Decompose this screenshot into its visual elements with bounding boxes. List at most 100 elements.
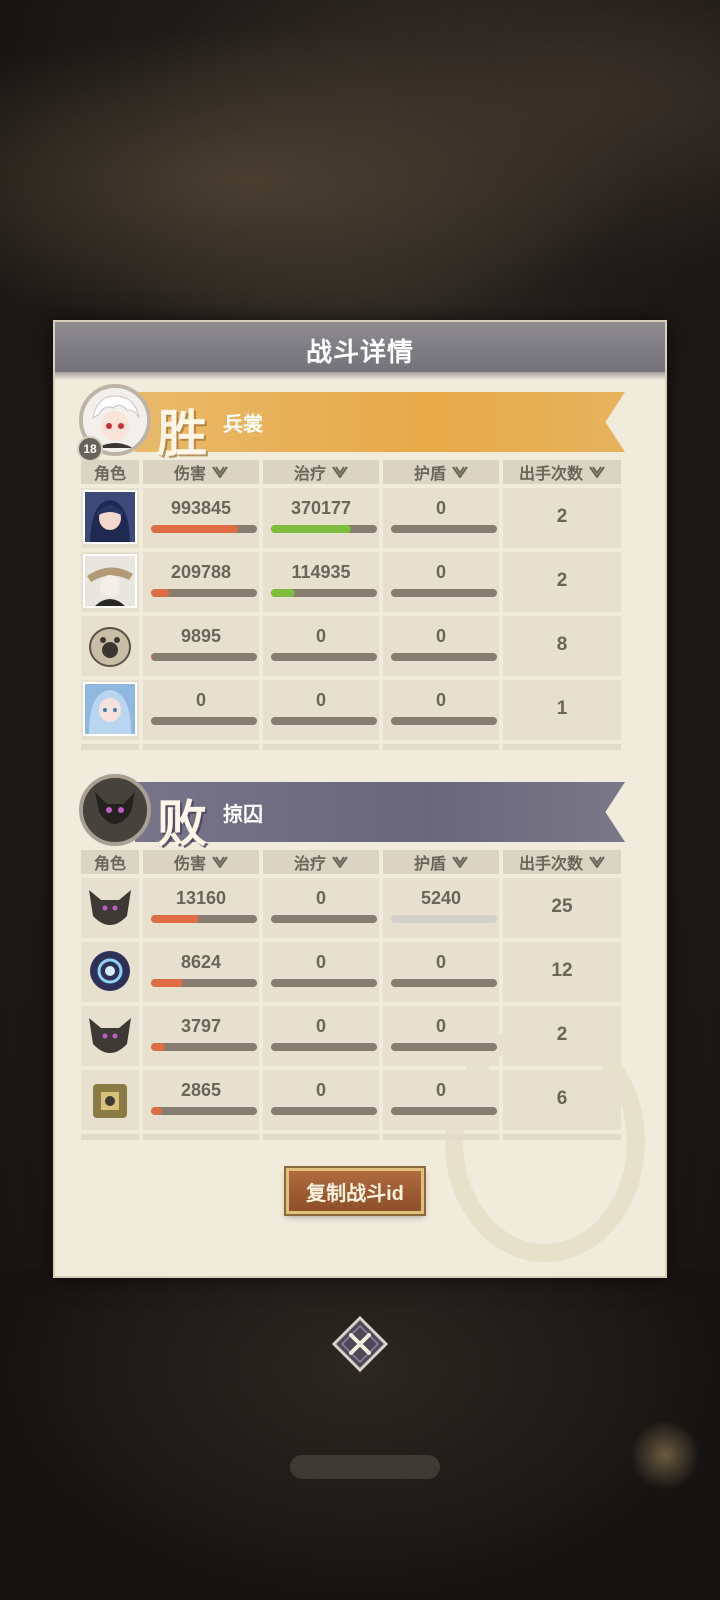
col-character-label: 角色 — [93, 856, 126, 873]
damage-value: 3797 — [180, 1016, 222, 1036]
col-turns[interactable]: 出手次数 — [503, 460, 621, 484]
turns-value: 2 — [556, 1024, 568, 1045]
enemy-portrait[interactable] — [83, 1008, 137, 1062]
hero-portrait-icon — [85, 556, 135, 606]
cutoff-cell — [503, 1134, 621, 1140]
table-row[interactable]: 209788 114935 0 2 — [81, 552, 621, 612]
col-heal-label: 治疗 — [293, 856, 326, 873]
table-row[interactable]: 0 0 0 1 — [81, 680, 621, 740]
turns-value: 2 — [556, 506, 568, 527]
col-heal[interactable]: 治疗 — [263, 460, 379, 484]
damage-value: 8624 — [180, 952, 222, 972]
sort-down-icon — [589, 466, 605, 478]
table-row[interactable]: 993845 370177 0 2 — [81, 488, 621, 548]
shield-bar — [391, 525, 497, 533]
sort-down-icon — [212, 856, 228, 868]
turns-cell: 2 — [503, 552, 621, 612]
portrait-cell — [81, 680, 139, 740]
turns-cell: 6 — [503, 1070, 621, 1130]
col-shield-label: 护盾 — [413, 466, 446, 483]
col-shield-label: 护盾 — [413, 856, 446, 873]
col-damage[interactable]: 伤害 — [143, 460, 259, 484]
sort-down-icon — [212, 466, 228, 478]
turns-cell: 2 — [503, 488, 621, 548]
turns-value: 12 — [551, 960, 573, 981]
damage-bar — [151, 525, 257, 533]
hero-portrait[interactable] — [83, 554, 137, 608]
portrait-cell — [81, 942, 139, 1002]
damage-bar-fill — [151, 653, 153, 661]
shield-cell: 5240 — [383, 878, 499, 938]
hero-portrait[interactable] — [83, 618, 137, 672]
shield-bar — [391, 979, 497, 987]
heal-value: 370177 — [290, 498, 352, 518]
table-row[interactable]: 9895 0 0 8 — [81, 616, 621, 676]
heal-value: 0 — [315, 1016, 326, 1036]
damage-cell: 209788 — [143, 552, 259, 612]
enemy-portrait-icon — [85, 1010, 135, 1060]
col-shield[interactable]: 护盾 — [383, 460, 499, 484]
scroll-cutoff-row — [81, 1134, 621, 1140]
damage-cell: 13160 — [143, 878, 259, 938]
damage-value: 13160 — [175, 888, 227, 908]
hero-portrait[interactable] — [83, 490, 137, 544]
shield-value: 0 — [435, 1080, 446, 1100]
shield-cell: 0 — [383, 680, 499, 740]
table-row[interactable]: 13160 0 5240 25 — [81, 878, 621, 938]
winner-banner: 18 胜 兵裳 — [77, 384, 625, 463]
heal-cell: 0 — [263, 942, 379, 1002]
cutoff-cell — [81, 1134, 139, 1140]
enemy-portrait[interactable] — [83, 944, 137, 998]
heal-value: 0 — [315, 952, 326, 972]
enemy-portrait[interactable] — [83, 880, 137, 934]
sort-down-icon — [452, 856, 468, 868]
cutoff-cell — [81, 744, 139, 750]
loser-team-name: 掠囚 — [223, 804, 263, 826]
heal-bar-fill — [271, 589, 296, 597]
col-turns-label: 出手次数 — [518, 856, 583, 873]
shield-bar — [391, 1043, 497, 1051]
col-shield[interactable]: 护盾 — [383, 850, 499, 874]
damage-cell: 8624 — [143, 942, 259, 1002]
table-row[interactable]: 3797 0 0 2 — [81, 1006, 621, 1066]
enemy-portrait-icon — [85, 1074, 135, 1124]
damage-bar-fill — [151, 915, 199, 923]
damage-bar-fill — [151, 589, 170, 597]
cutoff-cell — [503, 744, 621, 750]
heal-cell: 0 — [263, 878, 379, 938]
close-button[interactable] — [331, 1315, 389, 1373]
portrait-cell — [81, 1070, 139, 1130]
table-row[interactable]: 8624 0 0 12 — [81, 942, 621, 1002]
damage-cell: 9895 — [143, 616, 259, 676]
enemy-portrait[interactable] — [83, 1072, 137, 1126]
damage-cell: 2865 — [143, 1070, 259, 1130]
shield-value: 5240 — [420, 888, 462, 908]
heal-value: 114935 — [291, 562, 351, 582]
col-damage[interactable]: 伤害 — [143, 850, 259, 874]
loser-avatar[interactable] — [79, 774, 151, 846]
col-heal[interactable]: 治疗 — [263, 850, 379, 874]
heal-cell: 0 — [263, 616, 379, 676]
damage-bar-fill — [151, 979, 183, 987]
heal-bar — [271, 717, 377, 725]
hero-portrait[interactable] — [83, 682, 137, 736]
portrait-cell — [81, 488, 139, 548]
hero-portrait-icon — [85, 620, 135, 670]
copy-battle-id-button[interactable]: 复制战斗id — [286, 1168, 424, 1214]
portrait-cell — [81, 552, 139, 612]
col-turns[interactable]: 出手次数 — [503, 850, 621, 874]
heal-value: 0 — [315, 888, 326, 908]
portrait-cell — [81, 1006, 139, 1066]
heal-value: 0 — [315, 1080, 326, 1100]
background-glow — [630, 1420, 700, 1490]
damage-bar — [151, 979, 257, 987]
turns-cell: 8 — [503, 616, 621, 676]
table-row[interactable]: 2865 0 0 6 — [81, 1070, 621, 1130]
turns-value: 2 — [556, 570, 568, 591]
shield-value: 0 — [435, 952, 446, 972]
col-heal-label: 治疗 — [293, 466, 326, 483]
enemy-portrait-icon — [85, 882, 135, 932]
heal-bar — [271, 1107, 377, 1115]
shield-cell: 0 — [383, 552, 499, 612]
shield-value: 0 — [435, 562, 446, 582]
